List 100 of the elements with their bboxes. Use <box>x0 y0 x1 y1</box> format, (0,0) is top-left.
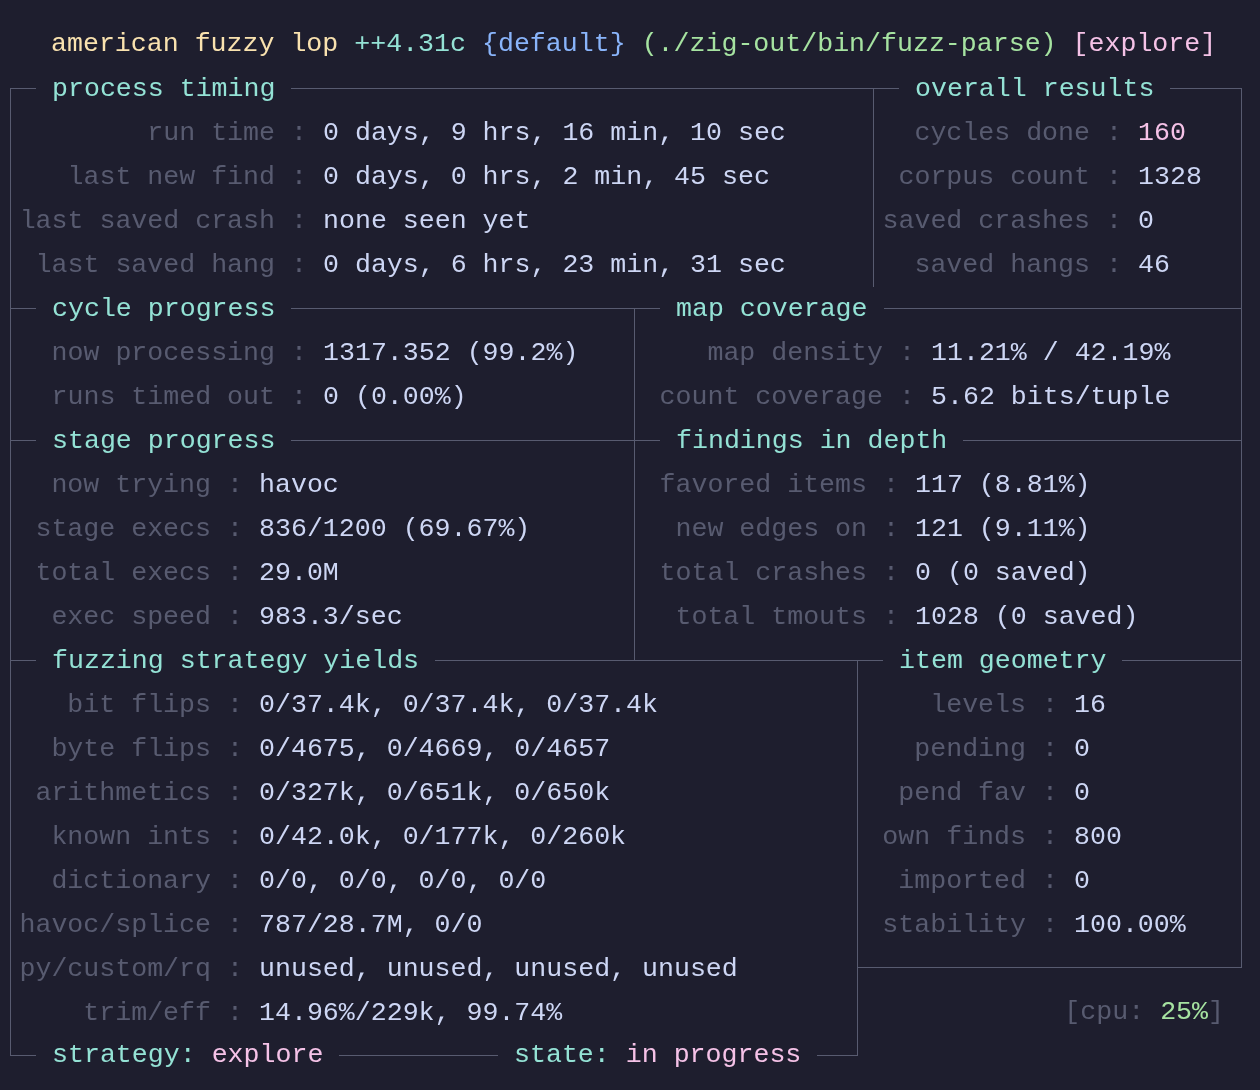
separator: : <box>1041 689 1059 722</box>
stat-value: 46 <box>1138 249 1170 282</box>
separator: : <box>290 381 308 414</box>
separator: : <box>882 557 900 590</box>
separator: : <box>1105 161 1123 194</box>
stat-label: last saved hang <box>34 249 275 282</box>
separator: : <box>226 601 244 634</box>
separator: : <box>290 117 308 150</box>
separator: : <box>226 689 244 722</box>
stat-value: 1328 <box>1138 161 1202 194</box>
stat-label: levels <box>929 689 1026 722</box>
stat-label: stage execs <box>34 513 211 546</box>
stat-label: last saved crash <box>19 205 275 238</box>
separator: : <box>898 381 916 414</box>
stat-label: cycles done <box>913 117 1090 150</box>
separator: : <box>226 997 244 1030</box>
separator: : <box>290 161 308 194</box>
separator: : <box>226 953 244 986</box>
separator: : <box>1105 249 1123 282</box>
stat-value: unused, unused, unused, unused <box>259 953 738 986</box>
stat-value: 0/4675, 0/4669, 0/4657 <box>259 733 611 766</box>
stat-value: 1317.352 (99.2%) <box>323 337 579 370</box>
stat-value: 983.3/sec <box>259 601 403 634</box>
stat-value: 787/28.7M, 0/0 <box>259 909 483 942</box>
stat-value: 0 days, 9 hrs, 16 min, 10 sec <box>323 117 786 150</box>
stat-label: corpus count <box>897 161 1090 194</box>
separator: : <box>898 337 916 370</box>
stat-label: bit flips <box>66 689 211 722</box>
separator: : <box>226 513 244 546</box>
stat-label: new edges on <box>674 513 867 546</box>
stat-value: 11.21% / 42.19% <box>931 337 1171 370</box>
stat-value: 0/42.0k, 0/177k, 0/260k <box>259 821 627 854</box>
stat-label: dictionary <box>50 865 211 898</box>
stat-value: 121 (9.11%) <box>915 513 1091 546</box>
stat-value: 0 days, 0 hrs, 2 min, 45 sec <box>323 161 770 194</box>
stat-value: 0/37.4k, 0/37.4k, 0/37.4k <box>259 689 658 722</box>
separator: : <box>226 777 244 810</box>
stat-label: stability <box>881 909 1026 942</box>
stat-value: none seen yet <box>323 205 531 238</box>
version: ++4.31c <box>354 28 466 61</box>
stat-label: havoc/splice <box>19 909 211 942</box>
stat-value: 0 (0 saved) <box>915 557 1091 590</box>
stat-label: favored items <box>658 469 867 502</box>
stat-label: now trying <box>50 469 211 502</box>
separator: : <box>226 557 244 590</box>
stat-label: own finds <box>881 821 1026 854</box>
stat-value: 800 <box>1074 821 1122 854</box>
instance-name: {default} <box>482 28 626 61</box>
separator: : <box>1041 777 1059 810</box>
mode-label: [explore] <box>1072 28 1217 61</box>
separator: : <box>290 249 308 282</box>
separator: : <box>1041 909 1059 942</box>
stat-value: 5.62 bits/tuple <box>931 381 1171 414</box>
stat-label: map density <box>706 337 883 370</box>
stat-value: 16 <box>1074 689 1106 722</box>
separator: : <box>226 909 244 942</box>
stat-value: 14.96%/229k, 99.74% <box>259 997 563 1030</box>
separator: : <box>226 469 244 502</box>
separator: : <box>226 865 244 898</box>
stat-value: 0/0, 0/0, 0/0, 0/0 <box>259 865 547 898</box>
stat-label: known ints <box>50 821 211 854</box>
stat-value: havoc <box>259 469 339 502</box>
stat-value: 0/327k, 0/651k, 0/650k <box>259 777 611 810</box>
stat-value: 0 <box>1074 865 1090 898</box>
separator: : <box>1041 865 1059 898</box>
stat-value: 117 (8.81%) <box>915 469 1091 502</box>
separator: : <box>226 821 244 854</box>
stat-label: total crashes <box>658 557 867 590</box>
stat-value: 0 days, 6 hrs, 23 min, 31 sec <box>323 249 786 282</box>
stat-value: 0 <box>1074 777 1090 810</box>
stat-label: byte flips <box>50 733 211 766</box>
stat-label: last new find <box>66 161 275 194</box>
stat-label: run time <box>146 117 275 150</box>
stat-label: count coverage <box>658 381 883 414</box>
stat-value: 0 (0.00%) <box>323 381 467 414</box>
stat-value: 1028 (0 saved) <box>915 601 1139 634</box>
cpu-usage: [cpu: 25%] <box>1063 996 1225 1029</box>
stat-label: pend fav <box>897 777 1026 810</box>
stat-label: now processing <box>50 337 275 370</box>
stat-label: pending <box>913 733 1026 766</box>
app-name: american fuzzy lop <box>51 28 339 61</box>
stat-label: trim/eff <box>82 997 211 1030</box>
separator: : <box>1041 821 1059 854</box>
separator: : <box>882 513 900 546</box>
stat-label: py/custom/rq <box>19 953 211 986</box>
separator: : <box>882 469 900 502</box>
stat-label: exec speed <box>50 601 211 634</box>
stat-value: 0 <box>1138 205 1154 238</box>
stat-label: saved hangs <box>913 249 1090 282</box>
separator: : <box>1041 733 1059 766</box>
separator: : <box>1105 117 1123 150</box>
stat-value: 100.00% <box>1074 909 1186 942</box>
separator: : <box>226 733 244 766</box>
target-path: (./zig-out/bin/fuzz-parse) <box>641 28 1057 61</box>
stat-value: 836/1200 (69.67%) <box>259 513 531 546</box>
stat-value: 29.0M <box>259 557 339 590</box>
stat-label: arithmetics <box>34 777 211 810</box>
stat-value: 160 <box>1138 117 1186 150</box>
separator: : <box>290 205 308 238</box>
stat-label: total execs <box>34 557 211 590</box>
